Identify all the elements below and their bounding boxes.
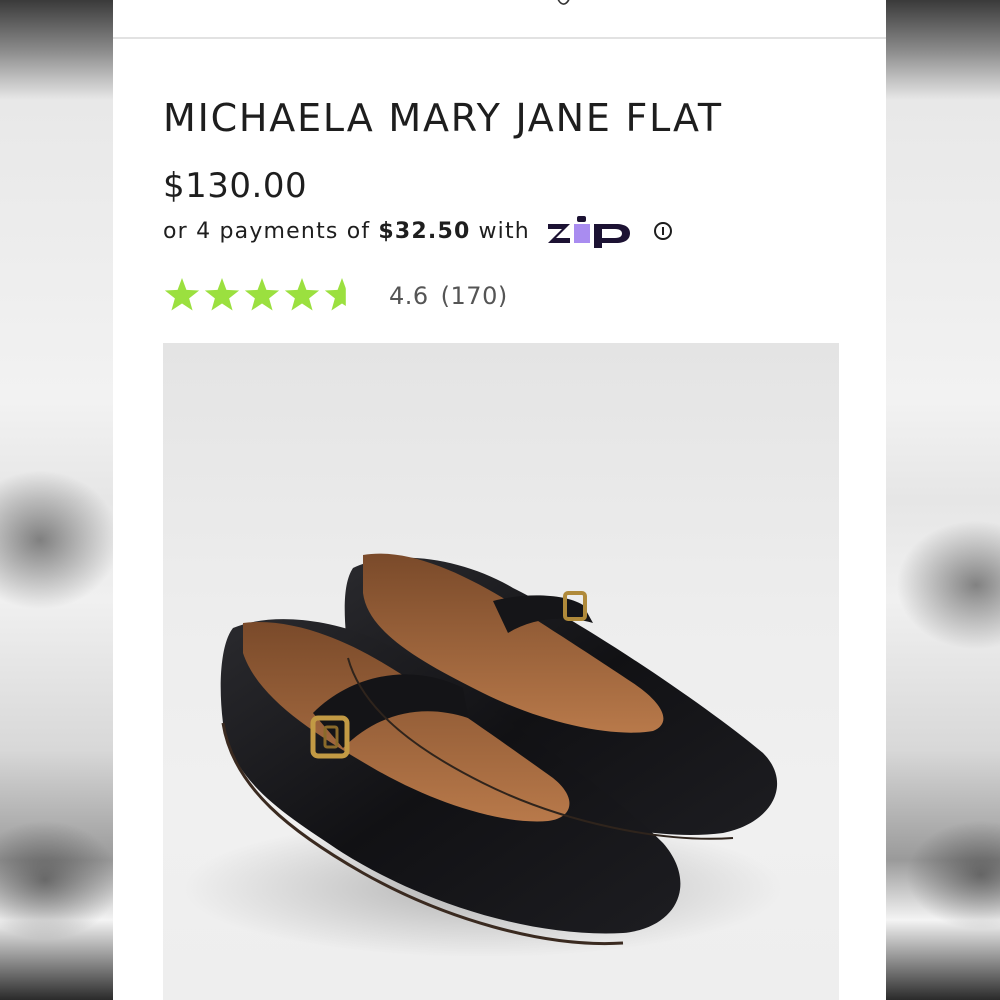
installment-prefix: or 4 payments of	[163, 218, 371, 244]
rating-value: 4.6	[389, 282, 429, 310]
mary-jane-shoes-image	[183, 553, 783, 958]
star-icon	[284, 278, 320, 311]
info-circle-icon[interactable]	[653, 222, 672, 240]
zip-logo-graphic	[547, 216, 630, 248]
star-rating	[163, 276, 363, 316]
background-right	[886, 0, 1000, 1000]
product-image[interactable]	[163, 343, 839, 1000]
star-icon	[244, 278, 280, 311]
star-icon	[164, 278, 200, 311]
product-page: MICHAELA MARY JANE FLAT $130.00 or 4 pay…	[113, 0, 886, 1000]
brand-logo[interactable]	[553, 0, 577, 10]
background-left	[0, 0, 120, 1000]
review-count[interactable]: (170)	[441, 282, 508, 310]
rating-row[interactable]: 4.6 (170)	[163, 276, 508, 316]
product-title: MICHAELA MARY JANE FLAT	[163, 96, 723, 140]
installment-info: or 4 payments of $32.50 with	[163, 214, 672, 248]
star-icon	[204, 278, 240, 311]
stars-graphic	[164, 278, 360, 311]
zip-logo[interactable]	[546, 214, 642, 248]
site-header	[113, 0, 886, 39]
installment-suffix: with	[478, 218, 530, 244]
installment-amount: $32.50	[378, 218, 471, 244]
product-price: $130.00	[163, 166, 308, 206]
